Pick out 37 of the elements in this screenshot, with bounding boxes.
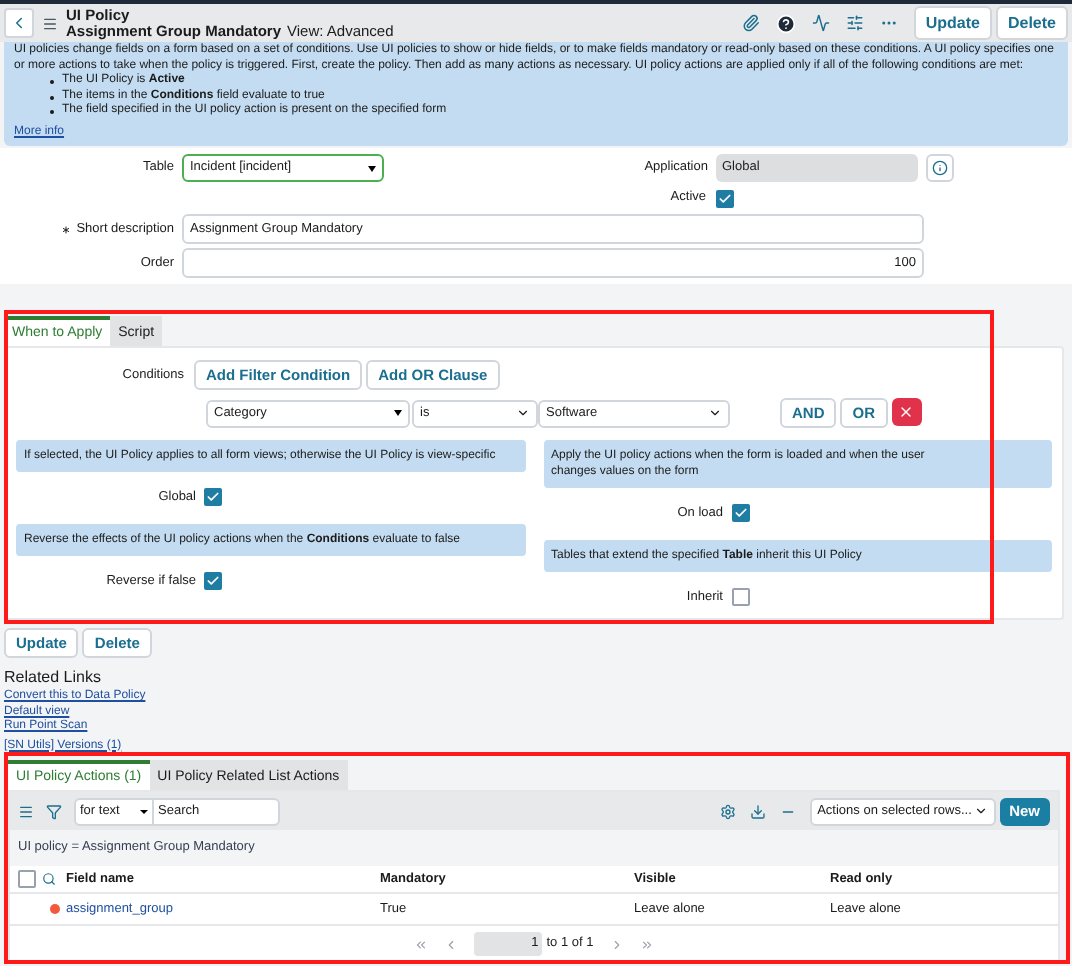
checkbox[interactable]: [204, 572, 222, 590]
back-icon: [10, 14, 28, 32]
download-icon[interactable]: [749, 803, 766, 819]
search-icon[interactable]: [42, 872, 56, 886]
activity-icon[interactable]: [811, 14, 830, 32]
previous-page-icon[interactable]: [444, 937, 459, 951]
checkbox[interactable]: [204, 488, 222, 506]
checkbox[interactable]: [18, 870, 36, 888]
chevron-icon: [708, 406, 722, 420]
back-button[interactable]: [4, 8, 34, 38]
next-page-icon[interactable]: [609, 937, 624, 951]
sliders-icon[interactable]: [845, 14, 864, 32]
checkbox[interactable]: [731, 588, 749, 606]
section-title: Related Links: [4, 666, 103, 688]
remove-button[interactable]: [891, 398, 921, 426]
checkbox[interactable]: [731, 504, 749, 522]
menu-icon[interactable]: [18, 803, 34, 819]
caret-icon: [394, 410, 402, 416]
caret-icon: [140, 809, 148, 813]
header-button[interactable]: Delete: [995, 6, 1068, 40]
check-icon: [733, 506, 747, 520]
check-icon: [206, 574, 220, 588]
chevron-icon: [516, 406, 530, 420]
help-icon[interactable]: [775, 13, 796, 33]
paperclip-icon[interactable]: [741, 14, 760, 32]
info-icon: [932, 160, 948, 176]
close-icon: [898, 404, 914, 420]
info-button[interactable]: [926, 154, 954, 182]
check-icon: [718, 191, 732, 205]
header-button[interactable]: Update: [913, 6, 992, 40]
check-icon: [206, 490, 220, 504]
caret-icon: [368, 165, 376, 171]
checkbox[interactable]: [716, 189, 734, 207]
chevron-icon: [973, 804, 988, 818]
filter-icon[interactable]: [46, 803, 62, 819]
settings-icon[interactable]: [719, 803, 736, 819]
menu-icon[interactable]: [42, 15, 58, 31]
